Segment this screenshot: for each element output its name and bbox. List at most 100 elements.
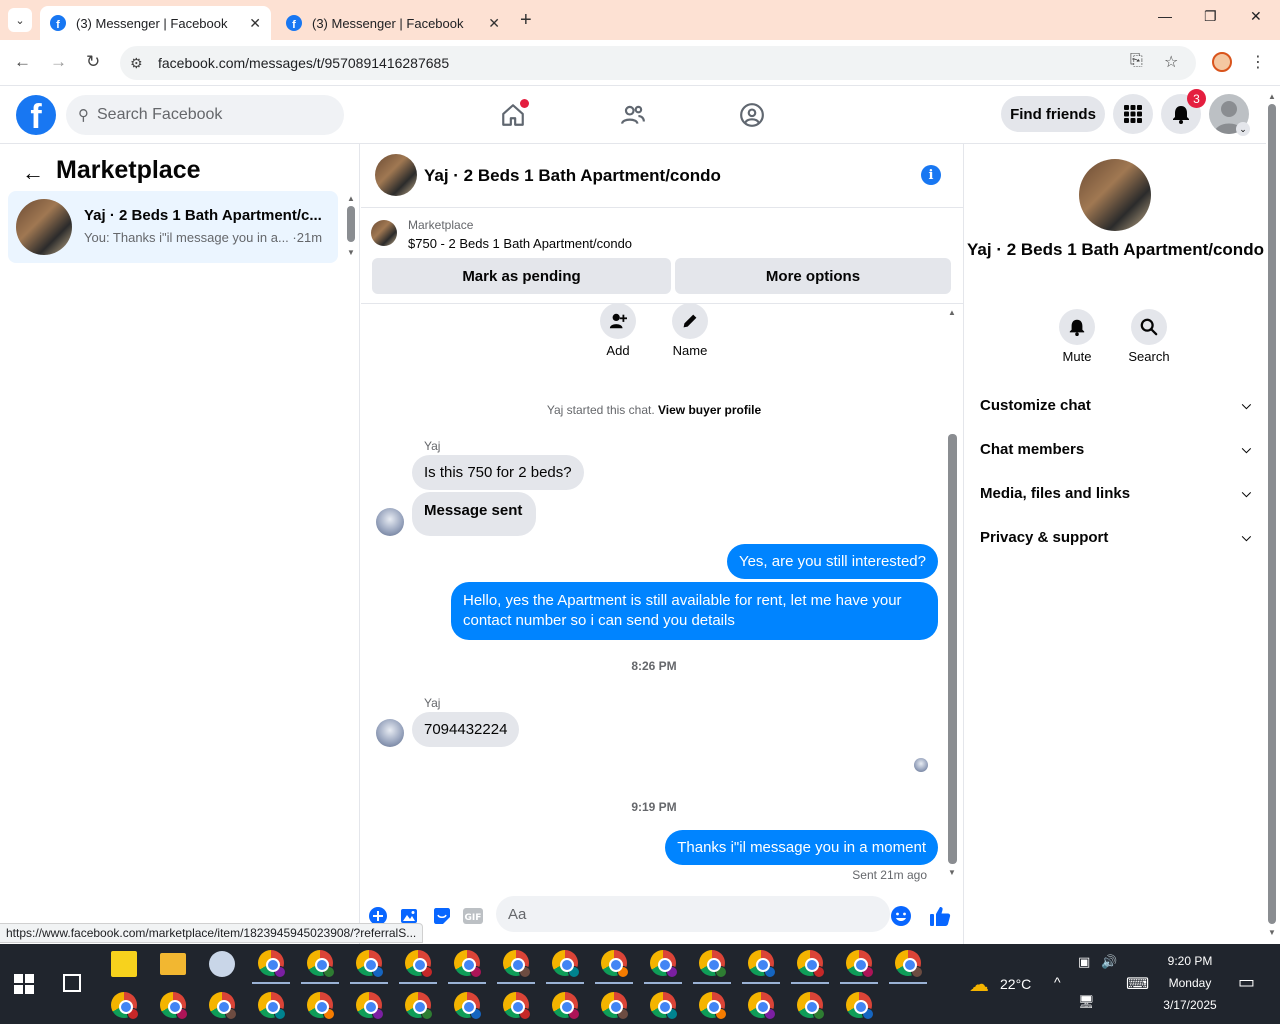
- chrome-window-icon[interactable]: [797, 992, 825, 1020]
- facebook-search[interactable]: ⚲: [66, 95, 344, 135]
- sticky-notes-icon[interactable]: [111, 951, 137, 977]
- windows-start-icon[interactable]: [14, 974, 34, 994]
- chrome-window-icon[interactable]: [160, 992, 188, 1020]
- customize-chat-section[interactable]: Customize chat ⌵: [980, 387, 1251, 423]
- outgoing-message[interactable]: Hello, yes the Apartment is still availa…: [451, 582, 938, 640]
- left-scrollbar[interactable]: [347, 206, 355, 242]
- sticker-icon[interactable]: [431, 905, 453, 927]
- chrome-window-icon[interactable]: [307, 950, 335, 978]
- chrome-window-icon[interactable]: [356, 992, 384, 1020]
- network-icon[interactable]: 🖥: [1078, 994, 1095, 1010]
- minimize-icon[interactable]: —: [1158, 8, 1172, 24]
- chrome-window-icon[interactable]: [650, 950, 678, 978]
- reload-icon[interactable]: ↻: [86, 52, 100, 72]
- groups-icon[interactable]: [737, 100, 767, 130]
- weather-icon[interactable]: ☁: [969, 972, 989, 997]
- chrome-window-icon[interactable]: [307, 992, 335, 1020]
- mark-as-pending-button[interactable]: Mark as pending: [372, 258, 671, 294]
- clock-day[interactable]: Monday: [1154, 976, 1226, 990]
- chrome-window-icon[interactable]: [454, 992, 482, 1020]
- chrome-window-icon[interactable]: [258, 950, 286, 978]
- chat-members-section[interactable]: Chat members ⌵: [980, 431, 1251, 467]
- chrome-window-icon[interactable]: [699, 992, 727, 1020]
- page-scroll-up-icon[interactable]: ▲: [1268, 92, 1276, 101]
- privacy-support-section[interactable]: Privacy & support ⌵: [980, 519, 1251, 555]
- edit-name-icon[interactable]: [672, 303, 708, 339]
- close-window-icon[interactable]: ✕: [1250, 8, 1262, 25]
- info-icon[interactable]: i: [921, 165, 941, 185]
- new-tab-icon[interactable]: +: [520, 9, 532, 32]
- facebook-logo-icon[interactable]: f: [16, 95, 56, 135]
- page-scroll-down-icon[interactable]: ▼: [1268, 928, 1276, 937]
- chat-title[interactable]: Yaj · 2 Beds 1 Bath Apartment/condo: [424, 166, 721, 186]
- chrome-window-icon[interactable]: [650, 992, 678, 1020]
- listing-price[interactable]: $750 - 2 Beds 1 Bath Apartment/condo: [408, 236, 632, 251]
- chrome-window-icon[interactable]: [601, 950, 629, 978]
- bookmark-star-icon[interactable]: ☆: [1164, 52, 1178, 72]
- chrome-window-icon[interactable]: [748, 950, 776, 978]
- meet-now-icon[interactable]: ▣: [1078, 954, 1090, 970]
- back-arrow-icon[interactable]: ←: [22, 160, 44, 186]
- page-scrollbar[interactable]: [1268, 104, 1276, 924]
- chrome-window-icon[interactable]: [748, 992, 776, 1020]
- chrome-window-icon[interactable]: [552, 992, 580, 1020]
- incoming-message[interactable]: Is this 750 for 2 beds?: [412, 455, 584, 490]
- back-icon[interactable]: ←: [14, 52, 31, 72]
- chrome-window-icon[interactable]: [405, 992, 433, 1020]
- find-friends-button[interactable]: Find friends: [1001, 96, 1105, 132]
- browser-menu-icon[interactable]: ⋮: [1250, 52, 1266, 72]
- chrome-window-icon[interactable]: [503, 950, 531, 978]
- tab-search-button[interactable]: ⌄: [8, 8, 32, 32]
- install-app-icon[interactable]: ⎘: [1130, 52, 1143, 70]
- incoming-message[interactable]: Message sent: [412, 492, 537, 536]
- chrome-window-icon[interactable]: [895, 950, 923, 978]
- scroll-up-icon[interactable]: ▲: [948, 308, 956, 317]
- mute-bell-icon[interactable]: [1059, 309, 1095, 345]
- task-view-icon[interactable]: [63, 974, 81, 992]
- forward-icon[interactable]: →: [50, 52, 67, 72]
- browser-tab[interactable]: f (3) Messenger | Facebook ✕: [276, 6, 510, 40]
- file-explorer-icon[interactable]: [160, 953, 186, 975]
- search-icon[interactable]: [1131, 309, 1167, 345]
- sender-avatar[interactable]: [376, 508, 404, 536]
- chrome-window-icon[interactable]: [552, 950, 580, 978]
- chrome-window-icon[interactable]: [454, 950, 482, 978]
- conversation-item[interactable]: Yaj · 2 Beds 1 Bath Apartment/c... You: …: [8, 191, 338, 263]
- scroll-down-icon[interactable]: ▼: [347, 248, 355, 257]
- chrome-window-icon[interactable]: [356, 950, 384, 978]
- notification-center-icon[interactable]: ▭: [1238, 972, 1255, 993]
- volume-icon[interactable]: 🔊: [1101, 954, 1117, 970]
- outgoing-message[interactable]: Thanks i"il message you in a moment: [665, 830, 938, 865]
- restore-icon[interactable]: ❐: [1204, 8, 1217, 25]
- view-buyer-profile-link[interactable]: View buyer profile: [658, 403, 761, 417]
- chrome-window-icon[interactable]: [797, 950, 825, 978]
- add-person-icon[interactable]: [600, 303, 636, 339]
- clock-date[interactable]: 3/17/2025: [1154, 998, 1226, 1012]
- gif-icon[interactable]: GIF: [462, 905, 484, 927]
- tab-close-icon[interactable]: ✕: [249, 15, 261, 32]
- chrome-window-icon[interactable]: [111, 992, 139, 1020]
- browser-profile-icon[interactable]: [1212, 52, 1232, 72]
- address-bar[interactable]: ⚙ facebook.com/messages/t/95708914162876…: [120, 46, 1196, 80]
- outgoing-message[interactable]: Yes, are you still interested?: [726, 544, 938, 579]
- sender-avatar[interactable]: [376, 719, 404, 747]
- chrome-window-icon[interactable]: [846, 950, 874, 978]
- more-options-button[interactable]: More options: [675, 258, 951, 294]
- chrome-window-icon[interactable]: [405, 950, 433, 978]
- chrome-window-icon[interactable]: [503, 992, 531, 1020]
- scroll-up-icon[interactable]: ▲: [347, 194, 355, 203]
- scroll-down-icon[interactable]: ▼: [948, 868, 956, 877]
- chat-thumbnail[interactable]: [375, 154, 417, 196]
- listing-thumbnail[interactable]: [371, 220, 397, 246]
- tab-close-icon[interactable]: ✕: [488, 15, 500, 32]
- chrome-window-icon[interactable]: [846, 992, 874, 1020]
- account-chevron-icon[interactable]: ⌄: [1236, 122, 1250, 136]
- site-settings-icon[interactable]: ⚙: [130, 55, 152, 72]
- listing-thumbnail[interactable]: [1079, 159, 1151, 231]
- clock-time[interactable]: 9:20 PM: [1154, 954, 1226, 968]
- facebook-search-input[interactable]: [97, 106, 317, 124]
- chrome-window-icon[interactable]: [699, 950, 727, 978]
- incoming-message[interactable]: 7094432224: [412, 712, 520, 747]
- keyboard-icon[interactable]: ⌨: [1126, 974, 1149, 994]
- chrome-window-icon[interactable]: [601, 992, 629, 1020]
